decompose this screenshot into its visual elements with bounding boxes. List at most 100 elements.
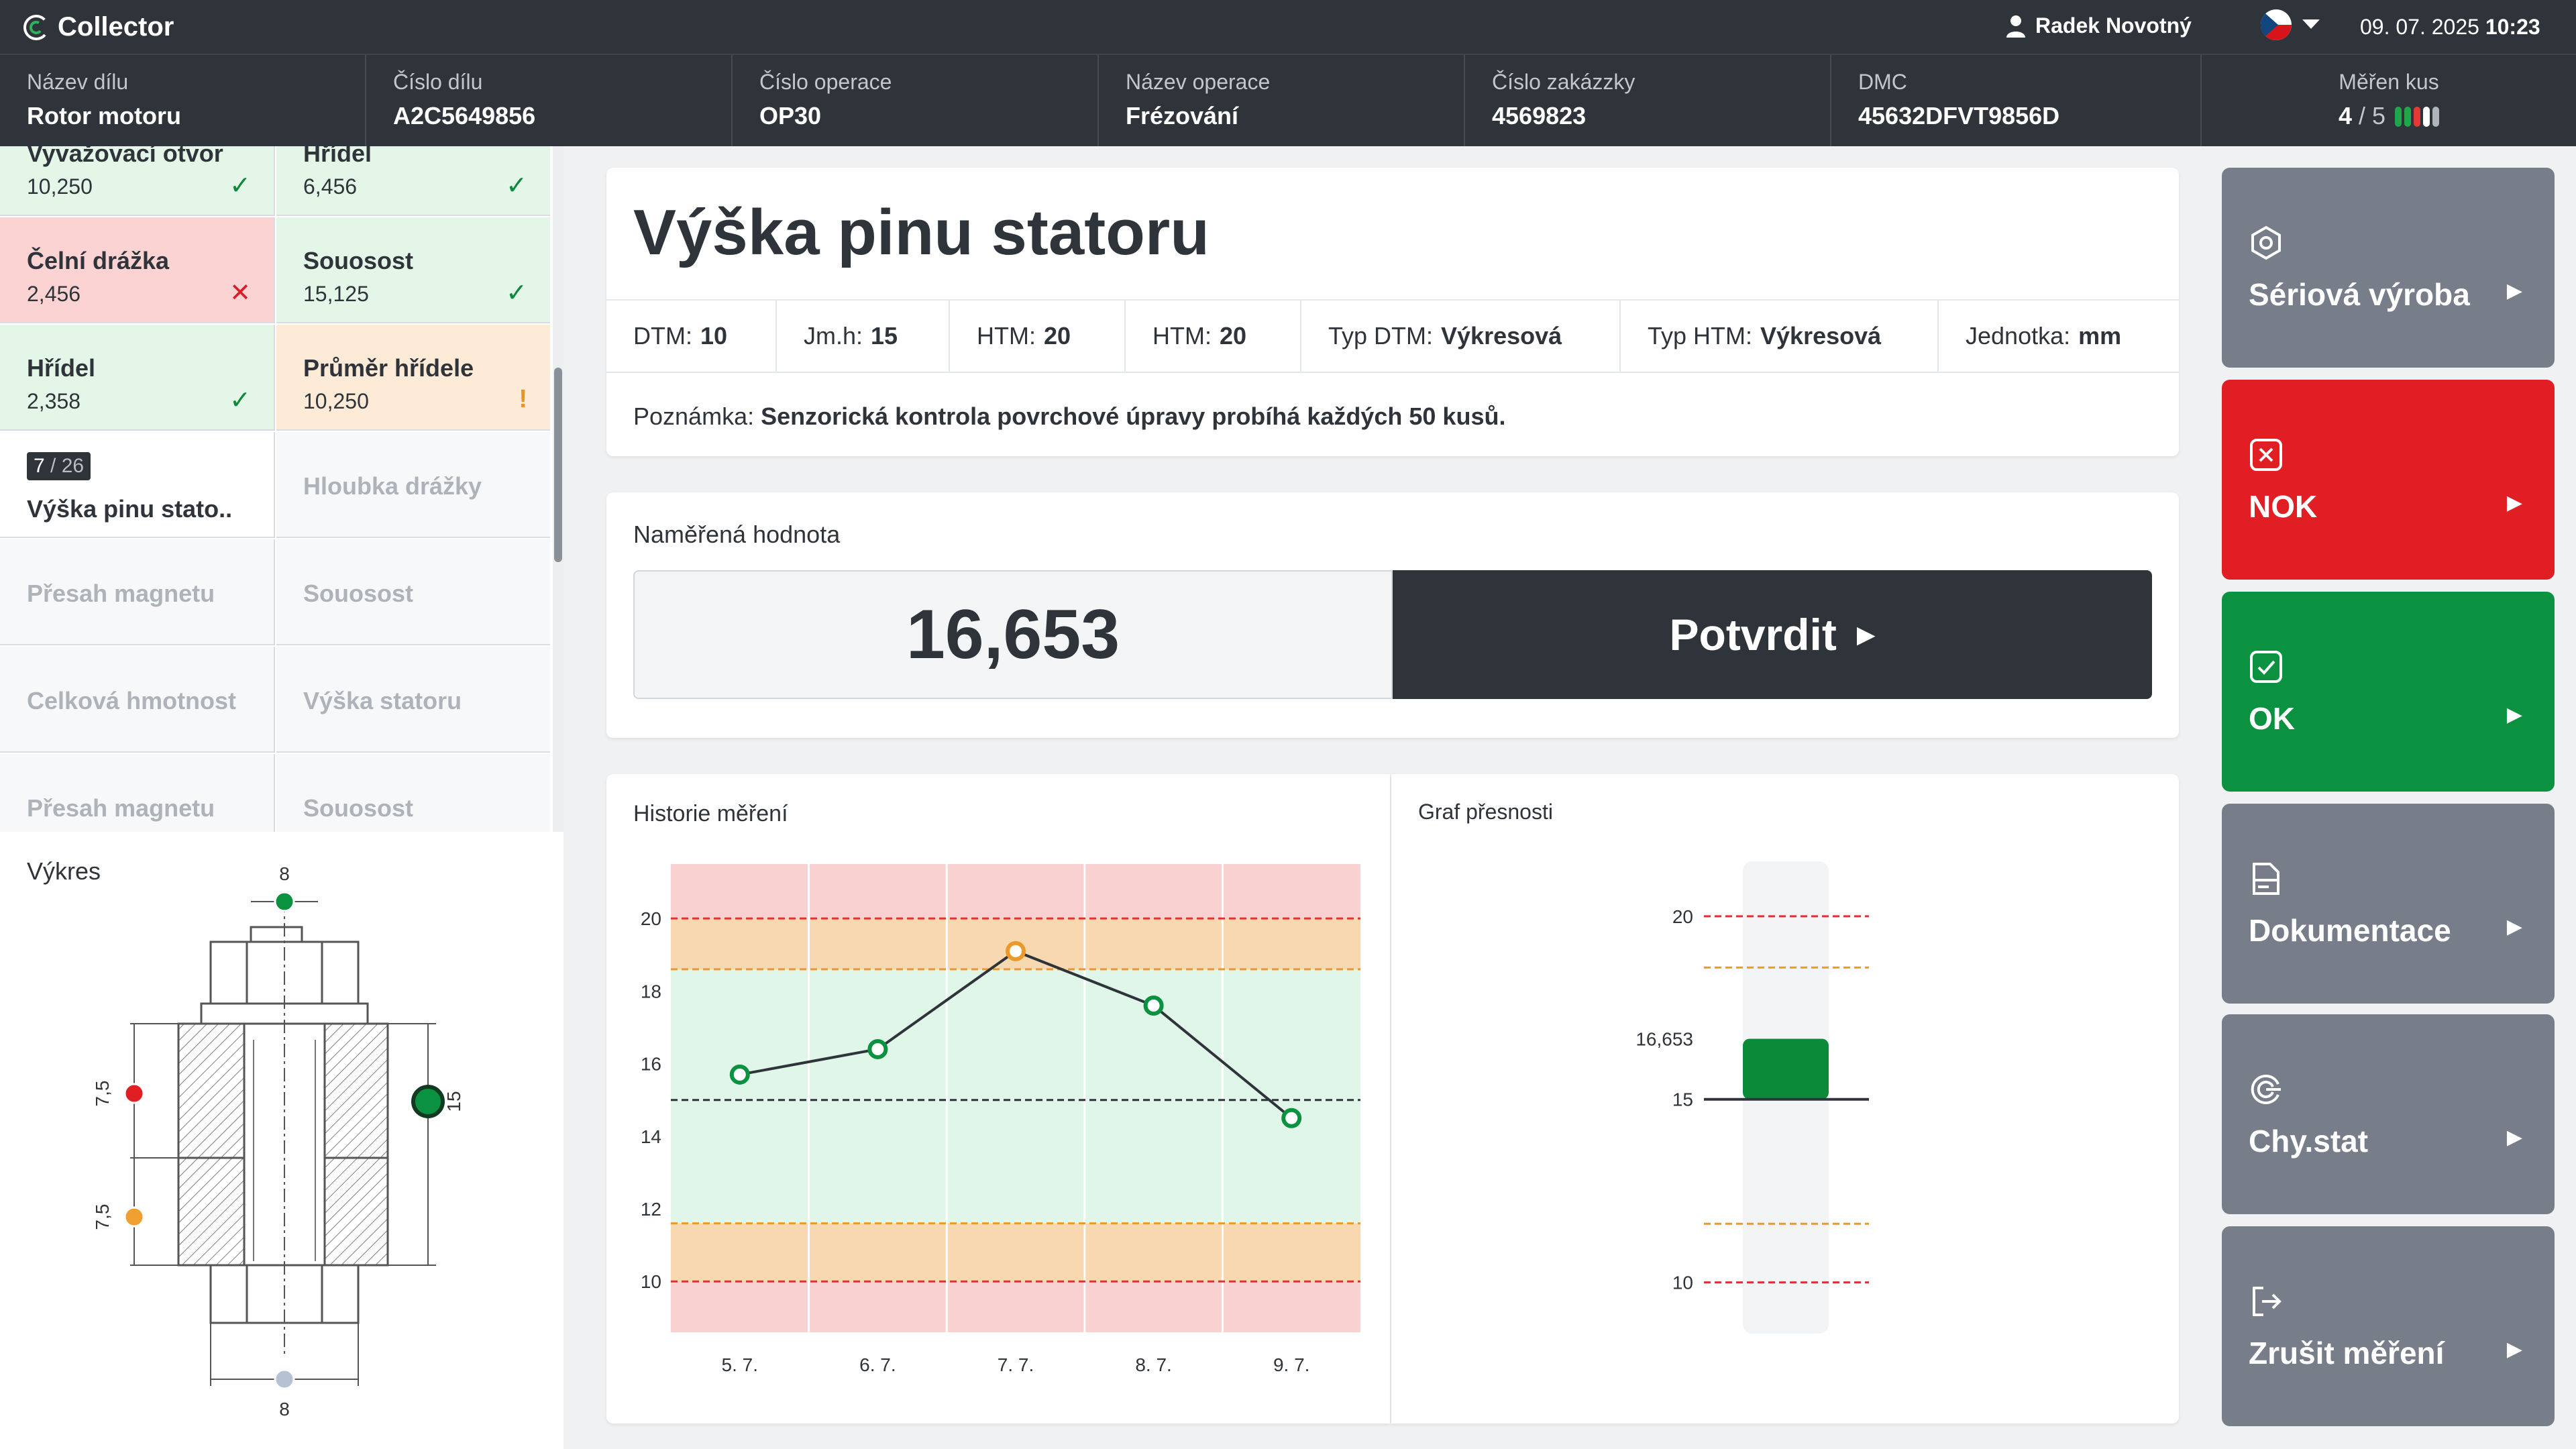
dimension-point-selected[interactable] <box>411 1085 445 1118</box>
dmc-label: DMC <box>1858 70 1907 94</box>
counter-index: 7 <box>34 455 45 477</box>
dimension-point-nok[interactable] <box>123 1083 145 1104</box>
characteristic-name: Hloubka drážky <box>303 472 482 500</box>
confirm-label: Potvrdit <box>1669 610 1837 659</box>
piece-status-indicators <box>2392 102 2440 129</box>
serial-production-label: Sériová výroba <box>2249 277 2470 312</box>
measured-pieces-current: 4 <box>2338 102 2352 129</box>
characteristic-value: 6,456 <box>303 174 358 199</box>
dmc-field: DMC 45632DFVT9856D <box>1831 55 2202 146</box>
dimension-point-ok[interactable] <box>274 891 295 912</box>
operation-number-field: Číslo operace OP30 <box>733 55 1099 146</box>
feature-card: Výška pinu statoru DTM: 10 Jm.h: 15 HTM: 20… <box>606 168 2179 456</box>
piece-status-pill <box>2423 107 2430 127</box>
y-tick-label: 20 <box>1672 906 1693 927</box>
y-tick-label: 10 <box>1672 1273 1693 1293</box>
current-characteristic-cell[interactable]: 7 / 26 Výška pinu stato.. <box>0 432 275 538</box>
caret-right-icon: ▶ <box>2506 704 2522 726</box>
order-number-label: Číslo zakázzky <box>1492 70 1635 94</box>
x-tick-label: 8. 7. <box>1135 1354 1171 1375</box>
caret-right-icon: ▶ <box>1856 621 1876 648</box>
scrollbar-thumb[interactable] <box>554 368 562 562</box>
param-unit: Jednotka: mm <box>1966 322 2122 350</box>
accuracy-chart: 10 15 20 16,653 <box>1635 861 1869 1334</box>
characteristic-cell[interactable]: Průměr hřídele 10,250 ! <box>276 325 550 431</box>
characteristic-cell[interactable]: Přesah magnetu <box>0 754 275 832</box>
feature-title: Výška pinu statoru <box>633 197 1210 268</box>
caret-right-icon: ▶ <box>2506 916 2522 938</box>
order-number-field: Číslo zakázzky 4569823 <box>1465 55 1831 146</box>
characteristic-name: Souosost <box>303 247 414 274</box>
characteristic-cell[interactable]: Výška statoru <box>276 647 550 753</box>
error-stats-button[interactable]: Chy.stat ▶ <box>2222 1014 2555 1214</box>
characteristic-name: Výška pinu stato.. <box>27 495 233 523</box>
characteristic-name: Vyvažovací otvor <box>27 146 223 167</box>
history-chart: 10 12 14 16 18 20 5. 7. 6. 7. 7. 7. 8. 7. 9. 7. <box>641 864 1360 1375</box>
characteristic-cell[interactable]: Souosost <box>276 539 550 645</box>
caret-right-icon: ▶ <box>2506 280 2522 302</box>
caret-right-icon: ▶ <box>2506 492 2522 514</box>
characteristic-cell[interactable]: Přesah magnetu <box>0 539 275 645</box>
chevron-down-icon <box>2302 19 2320 29</box>
param-htm: HTM: 20 <box>950 301 1126 372</box>
dimension-point-pending[interactable] <box>274 1368 295 1390</box>
param-dtm: DTM: 10 <box>606 301 777 372</box>
characteristic-cell[interactable]: Hloubka drážky <box>276 432 550 538</box>
characteristic-value: 10,250 <box>303 389 369 413</box>
part-number-field: Číslo dílu A2C5649856 <box>366 55 733 146</box>
characteristic-name: Hřídel <box>303 146 372 167</box>
characteristic-cell[interactable]: Hřídel 2,358 ✓ <box>0 325 275 431</box>
characteristic-cell[interactable]: Čelní drážka 2,456 ✕ <box>0 217 275 323</box>
app-name: Collector <box>58 12 174 42</box>
characteristic-name: Souosost <box>303 794 414 822</box>
characteristic-cell[interactable]: Souosost <box>276 754 550 832</box>
warning-icon: ! <box>519 385 527 413</box>
piece-status-pill <box>2404 107 2412 127</box>
check-icon: ✓ <box>229 386 251 415</box>
characteristic-name: Přesah magnetu <box>27 794 215 822</box>
counter-total: / 26 <box>50 455 85 477</box>
check-icon: ✓ <box>229 172 251 200</box>
nok-label: NOK <box>2249 489 2318 524</box>
operation-name-label: Název operace <box>1126 70 1271 94</box>
accuracy-chart-card: Graf přesnosti 10 15 20 16,653 <box>1391 774 2179 1424</box>
document-icon <box>2253 863 2279 895</box>
characteristic-cell[interactable]: Hřídel 6,456 ✓ <box>276 146 550 216</box>
collector-logo-icon <box>23 14 49 40</box>
dimension-point-warning[interactable] <box>123 1206 145 1228</box>
data-point <box>1281 1108 1302 1128</box>
feature-params: DTM: 10 Jm.h: 15 HTM: 20 HTM: 20 Typ DTM: Výk… <box>606 299 2179 373</box>
dimension-left-lower-label: 7,5 <box>92 1204 113 1230</box>
error-stats-label: Chy.stat <box>2249 1124 2369 1159</box>
user-menu[interactable]: Radek Novotný <box>2006 13 2192 38</box>
y-tick-label: 12 <box>641 1199 661 1220</box>
y-tick-label: 16 <box>641 1054 661 1075</box>
dimension-top-label: 8 <box>279 863 290 884</box>
characteristic-name: Hřídel <box>27 354 96 382</box>
accuracy-bar <box>1743 1038 1829 1099</box>
measured-value-input[interactable]: 16,653 <box>633 570 1393 699</box>
serial-production-button[interactable]: Sériová výroba ▶ <box>2222 168 2555 368</box>
data-point <box>867 1038 888 1059</box>
dimension-right-label: 15 <box>443 1091 464 1112</box>
dmc-value: 45632DFVT9856D <box>1858 102 2060 129</box>
characteristic-cell[interactable]: Vyvažovací otvor 10,250 ✓ <box>0 146 275 216</box>
logout-icon <box>2253 1287 2282 1316</box>
caret-right-icon: ▶ <box>2506 1126 2522 1148</box>
characteristic-cell[interactable]: Souosost 15,125 ✓ <box>276 217 550 323</box>
y-tick-label: 20 <box>641 908 661 929</box>
language-selector[interactable] <box>2261 9 2320 40</box>
part-number-label: Číslo dílu <box>393 70 483 94</box>
ok-button[interactable]: OK ▶ <box>2222 592 2555 792</box>
param-dtm-type: Typ DTM: Výkresová <box>1301 301 1621 372</box>
cancel-measurement-button[interactable]: Zrušit měření ▶ <box>2222 1226 2555 1426</box>
nok-button[interactable]: NOK ▶ <box>2222 380 2555 580</box>
measured-value-label: Naměřená hodnota <box>633 521 841 548</box>
param-htm-2: HTM: 20 <box>1126 301 1301 372</box>
confirm-button[interactable]: Potvrdit ▶ <box>1393 570 2152 699</box>
dimension-bottom-label: 8 <box>279 1399 290 1419</box>
y-tick-label: 18 <box>641 981 661 1002</box>
documentation-button[interactable]: Dokumentace ▶ <box>2222 804 2555 1004</box>
characteristic-cell[interactable]: Celková hmotnost <box>0 647 275 753</box>
user-icon <box>2006 15 2025 38</box>
